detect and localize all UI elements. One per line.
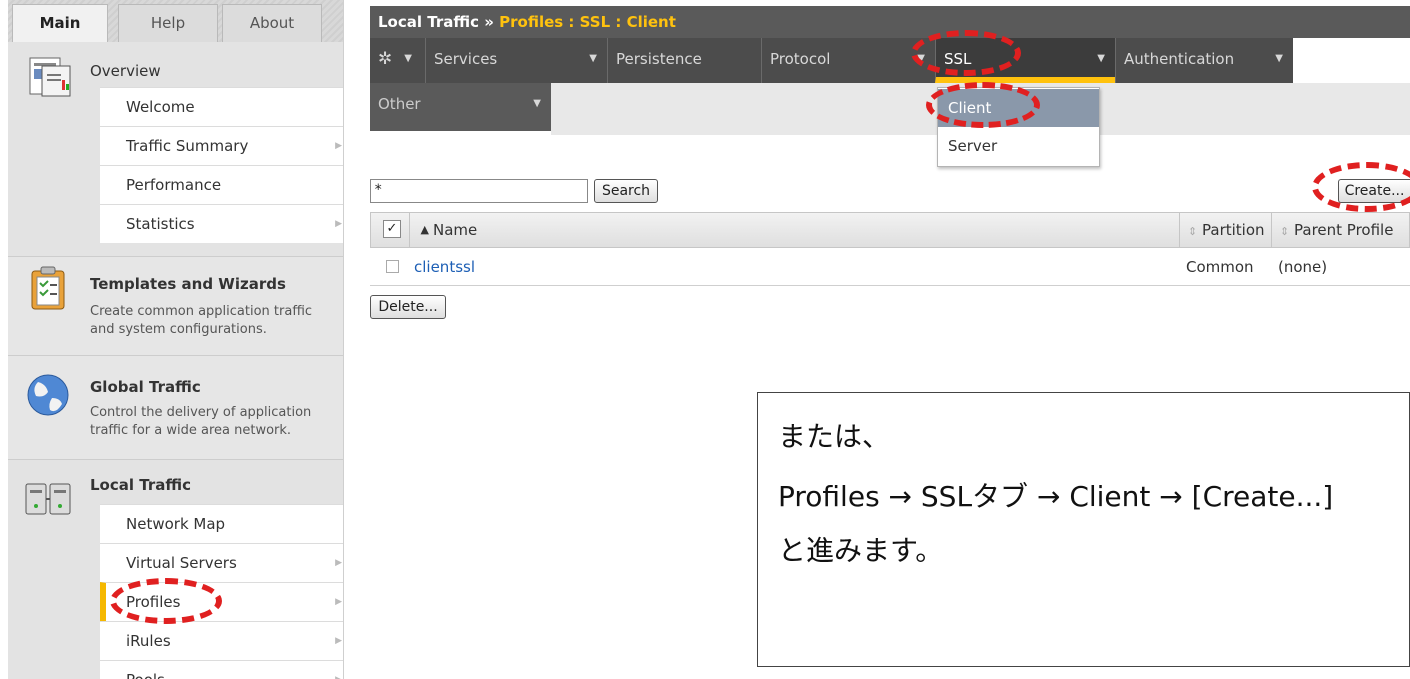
sidebar-tabs: Main Help About xyxy=(8,0,343,42)
sort-asc-icon: ▲ xyxy=(409,213,429,247)
chevron-right-icon: ▶ xyxy=(335,141,342,151)
chevron-down-icon: ▼ xyxy=(1275,53,1283,64)
menu-bar: ✲ ▼ Services ▼ Persistence Protocol ▼ SSL ▼… xyxy=(370,38,1293,83)
annotation-note: または、 Profiles → SSLタブ → Client → [Create… xyxy=(757,392,1410,667)
column-parent-profile[interactable]: ⇕ Parent Profile xyxy=(1271,213,1409,247)
breadcrumb-section[interactable]: Local Traffic xyxy=(378,13,479,31)
menu-authentication[interactable]: Authentication ▼ xyxy=(1115,38,1293,83)
sort-icon: ⇕ xyxy=(1188,225,1198,238)
global-traffic-section[interactable]: Global Traffic Control the delivery of a… xyxy=(8,356,343,460)
left-sidebar: Main Help About Overview Welcome Traffic… xyxy=(8,0,344,679)
menu-protocol[interactable]: Protocol ▼ xyxy=(761,38,935,83)
nav-label: Performance xyxy=(126,176,222,194)
column-label: Parent Profile xyxy=(1294,221,1394,239)
note-line-1: または、 xyxy=(778,420,891,453)
column-partition[interactable]: ⇕ Partition xyxy=(1179,213,1271,247)
chevron-right-icon: ▶ xyxy=(335,219,342,229)
gear-icon: ✲ xyxy=(378,49,393,69)
local-traffic-title[interactable]: Local Traffic xyxy=(90,476,191,494)
row-checkbox[interactable] xyxy=(386,260,399,273)
nav-statistics[interactable]: Statistics ▶ xyxy=(100,204,343,243)
tab-help[interactable]: Help xyxy=(118,4,218,42)
nav-label: iRules xyxy=(126,632,171,650)
row-partition: Common xyxy=(1186,258,1254,276)
local-traffic-section: Local Traffic Network Map Virtual Server… xyxy=(8,460,343,679)
templates-title[interactable]: Templates and Wizards xyxy=(90,275,286,293)
nav-label: Welcome xyxy=(126,98,195,116)
chevron-right-icon: ▶ xyxy=(335,661,342,679)
tab-about[interactable]: About xyxy=(222,4,322,42)
global-traffic-desc-line2: traffic for a wide area network. xyxy=(90,423,292,438)
nav-label: Traffic Summary xyxy=(126,137,249,155)
profile-link[interactable]: clientssl xyxy=(414,248,475,286)
note-line-3: と進みます。 xyxy=(778,534,944,567)
dropdown-item-server[interactable]: Server xyxy=(938,127,1099,165)
chevron-down-icon: ▼ xyxy=(404,53,412,64)
column-label: Partition xyxy=(1202,221,1265,239)
nav-label: Network Map xyxy=(126,515,226,533)
overview-title[interactable]: Overview xyxy=(90,62,161,80)
highlight-create-button xyxy=(1312,162,1410,212)
menu-services[interactable]: Services ▼ xyxy=(425,38,607,83)
select-all-checkbox[interactable]: ✓ xyxy=(383,220,401,238)
delete-button[interactable]: Delete... xyxy=(370,295,446,319)
nav-irules[interactable]: iRules ▶ xyxy=(100,621,343,660)
nav-label: Virtual Servers xyxy=(126,554,237,572)
highlight-profiles-item xyxy=(110,578,222,624)
row-parent-profile: (none) xyxy=(1278,258,1328,276)
table-row: clientssl Common (none) xyxy=(370,248,1410,286)
menu-label: Authentication xyxy=(1124,50,1235,68)
overview-icon xyxy=(29,57,71,97)
globe-icon xyxy=(27,374,69,416)
chevron-right-icon: ▶ xyxy=(335,597,342,607)
global-traffic-desc-line1: Control the delivery of application xyxy=(90,405,312,420)
nav-performance[interactable]: Performance xyxy=(100,165,343,204)
breadcrumb-separator: » xyxy=(484,13,494,31)
highlight-ssl-tab xyxy=(911,30,1021,76)
search-button[interactable]: Search xyxy=(594,179,658,203)
chevron-down-icon: ▼ xyxy=(589,53,597,64)
nav-virtual-servers[interactable]: Virtual Servers ▶ xyxy=(100,543,343,582)
highlight-client-item xyxy=(926,82,1040,128)
chevron-right-icon: ▶ xyxy=(335,636,342,646)
tab-main[interactable]: Main xyxy=(12,4,108,42)
nav-label: Pools xyxy=(126,671,165,679)
search-input[interactable]: * xyxy=(370,179,588,203)
templates-section[interactable]: Templates and Wizards Create common appl… xyxy=(8,256,343,356)
templates-desc-line1: Create common application traffic xyxy=(90,304,313,319)
chevron-right-icon: ▶ xyxy=(335,558,342,568)
chevron-down-icon: ▼ xyxy=(533,98,541,109)
nav-label: Statistics xyxy=(126,215,195,233)
nav-welcome[interactable]: Welcome xyxy=(100,87,343,126)
menu-label: Persistence xyxy=(616,50,702,68)
breadcrumb-path: Profiles : SSL : Client xyxy=(499,13,676,31)
sort-icon: ⇕ xyxy=(1280,225,1290,238)
breadcrumb: Local Traffic » Profiles : SSL : Client xyxy=(370,6,1410,38)
note-line-2: Profiles → SSLタブ → Client → [Create...] xyxy=(778,480,1334,513)
global-traffic-title[interactable]: Global Traffic xyxy=(90,378,201,396)
gear-menu[interactable]: ✲ ▼ xyxy=(370,38,420,83)
nav-network-map[interactable]: Network Map xyxy=(100,504,343,543)
menu-persistence[interactable]: Persistence xyxy=(607,38,761,83)
column-name[interactable]: Name xyxy=(433,213,477,247)
nav-traffic-summary[interactable]: Traffic Summary ▶ xyxy=(100,126,343,165)
servers-icon xyxy=(25,483,71,515)
nav-pools[interactable]: Pools ▶ xyxy=(100,660,343,679)
menu-label: Services xyxy=(434,50,498,68)
menu-label: Protocol xyxy=(770,50,831,68)
templates-desc-line2: and system configurations. xyxy=(90,322,267,337)
table-header: ✓ ▲ Name ⇕ Partition ⇕ Parent Profile xyxy=(370,212,1410,248)
chevron-down-icon: ▼ xyxy=(1097,53,1105,64)
clipboard-icon xyxy=(31,266,65,310)
menu-other[interactable]: Other ▼ xyxy=(370,83,551,128)
menu-label: Other xyxy=(378,95,421,113)
menu-bar-row2: Other ▼ xyxy=(370,83,551,131)
overview-section: Overview Welcome Traffic Summary ▶ Perfor… xyxy=(8,42,343,246)
